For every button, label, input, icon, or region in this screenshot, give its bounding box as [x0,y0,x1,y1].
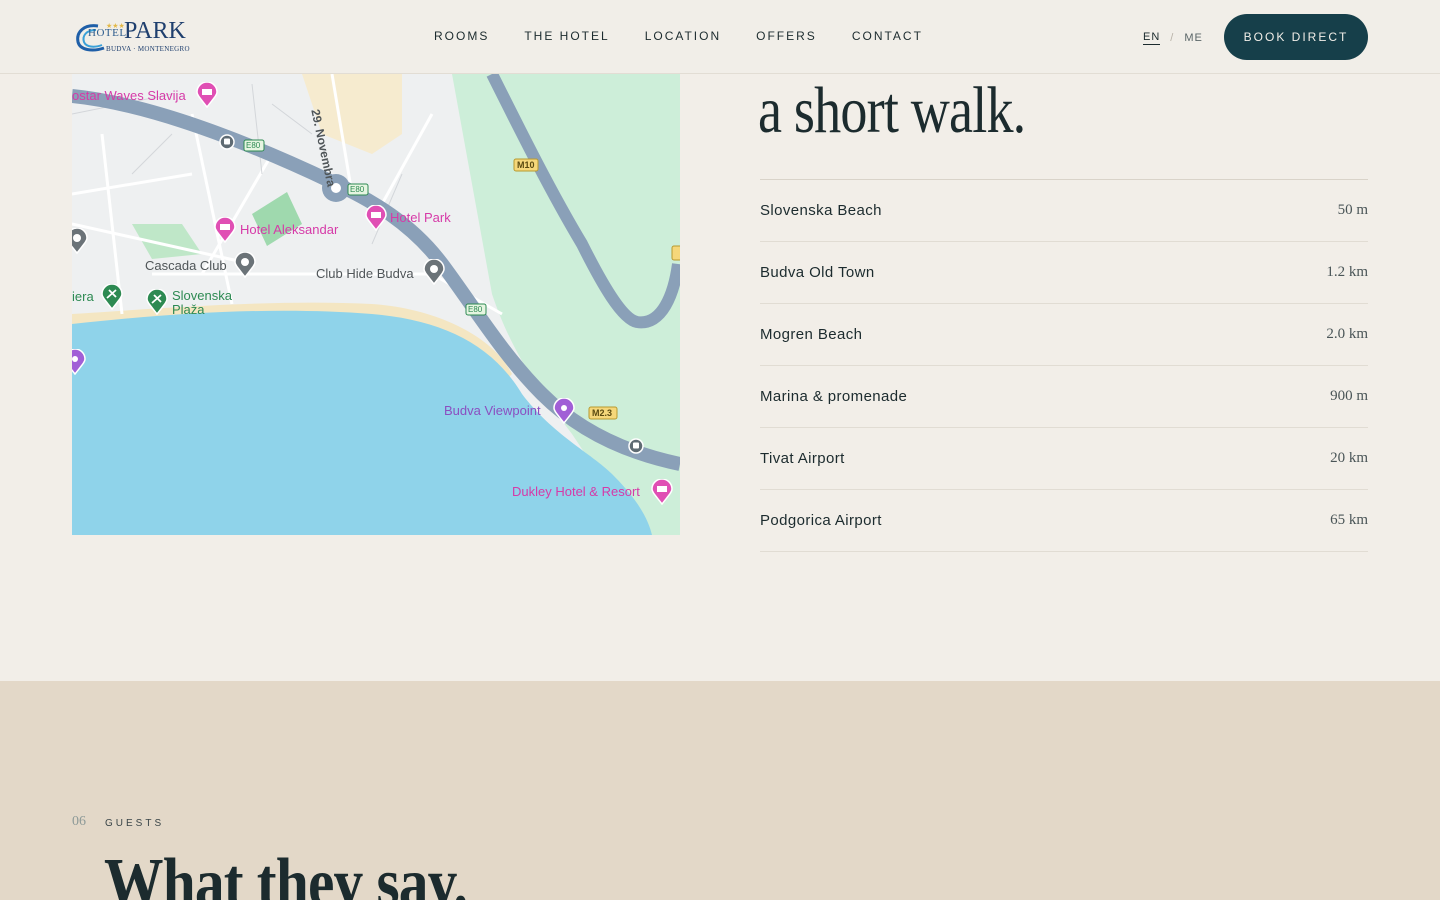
lang-me-link[interactable]: ME [1184,32,1203,44]
list-item: Podgorica Airport 65 km [760,490,1368,552]
map-label-viewpoint: Budva Viewpoint [444,403,541,418]
beach-pin-icon[interactable] [146,289,168,315]
map-label-dukley: Dukley Hotel & Resort [512,484,640,499]
list-item: Tivat Airport 20 km [760,428,1368,490]
nav-item-the-hotel[interactable]: THE HOTEL [524,29,609,43]
nav-item-location[interactable]: LOCATION [645,29,721,43]
list-item: Marina & promenade 900 m [760,366,1368,428]
book-direct-button[interactable]: BOOK DIRECT [1224,14,1368,60]
logo-subtitle: BUDVA · MONTENEGRO [106,45,190,53]
lang-en-link[interactable]: EN [1143,31,1161,45]
camera-pin-icon[interactable] [72,349,86,375]
bus-stop-icon[interactable] [628,438,644,454]
place-pin-icon[interactable] [72,228,88,254]
map-label-slovenska: Slovenska [172,288,232,303]
lang-separator: / [1170,32,1175,44]
distance-name: Budva Old Town [760,264,875,281]
nav-item-rooms[interactable]: ROOMS [434,29,489,43]
nav-item-contact[interactable]: CONTACT [852,29,923,43]
distance-name: Mogren Beach [760,326,863,343]
place-pin-icon[interactable] [423,259,445,285]
map-label-hotel-park: Hotel Park [390,210,451,225]
map-label-viera: iera [72,289,94,304]
distance-value: 900 m [1330,388,1368,404]
place-pin-icon[interactable] [234,252,256,278]
road-shield-m10: M10 [517,160,535,170]
distance-value: 65 km [1330,512,1368,528]
site-header: ★★★ HOTEL PARK BUDVA · MONTENEGRO ROOMS … [0,0,1440,74]
location-map[interactable]: ostar Waves Slavija 29. Novembra Ve Hote… [72,74,680,535]
road-shield-e80: E80 [350,185,365,194]
road-shield-m23: M2.3 [592,408,613,418]
road-shield-e80: E80 [246,141,261,150]
guests-section: 06 GUESTS What they say. [0,681,1440,900]
distance-value: 20 km [1330,450,1368,466]
main-nav: ROOMS THE HOTEL LOCATION OFFERS CONTACT [434,29,958,43]
list-item: Budva Old Town 1.2 km [760,242,1368,304]
hotel-pin-icon[interactable] [214,217,236,243]
logo-park-text: PARK [124,18,186,44]
distance-value: 50 m [1337,202,1368,218]
hotel-park-logo[interactable]: ★★★ HOTEL PARK BUDVA · MONTENEGRO [74,16,194,60]
section-number: 06 [72,814,86,829]
distance-name: Podgorica Airport [760,512,882,529]
map-label-cascada: Cascada Club [145,258,227,273]
beach-pin-icon[interactable] [101,284,123,310]
map-label-hide: Club Hide Budva [316,266,414,281]
language-switcher: EN / ME [1143,31,1203,45]
location-headline: a short walk. [758,74,1026,147]
bus-stop-icon[interactable] [219,134,235,150]
road-shield-e80: E80 [468,305,483,314]
list-item: Mogren Beach 2.0 km [760,304,1368,366]
distance-value: 1.2 km [1326,264,1368,280]
hotel-park-pin-icon[interactable] [365,205,387,231]
distance-name: Marina & promenade [760,388,908,405]
distance-list: Slovenska Beach 50 m Budva Old Town 1.2 … [760,179,1368,552]
map-label-aleksandar: Hotel Aleksandar [240,222,339,237]
map-label-plaza: Plaža [172,302,205,317]
hotel-pin-icon[interactable] [651,479,673,505]
guests-title: What they say. [104,845,468,900]
location-headline-wrap: a short walk. [758,74,1368,154]
logo-hotel-text: HOTEL [88,27,127,39]
distance-name: Slovenska Beach [760,202,882,219]
map-label-waves: ostar Waves Slavija [72,88,186,103]
distance-value: 2.0 km [1326,326,1368,342]
nav-item-offers[interactable]: OFFERS [756,29,817,43]
list-item: Slovenska Beach 50 m [760,180,1368,242]
distance-name: Tivat Airport [760,450,845,467]
section-tag: GUESTS [105,818,165,829]
camera-pin-icon[interactable] [553,398,575,424]
hotel-pin-icon[interactable] [196,82,218,108]
